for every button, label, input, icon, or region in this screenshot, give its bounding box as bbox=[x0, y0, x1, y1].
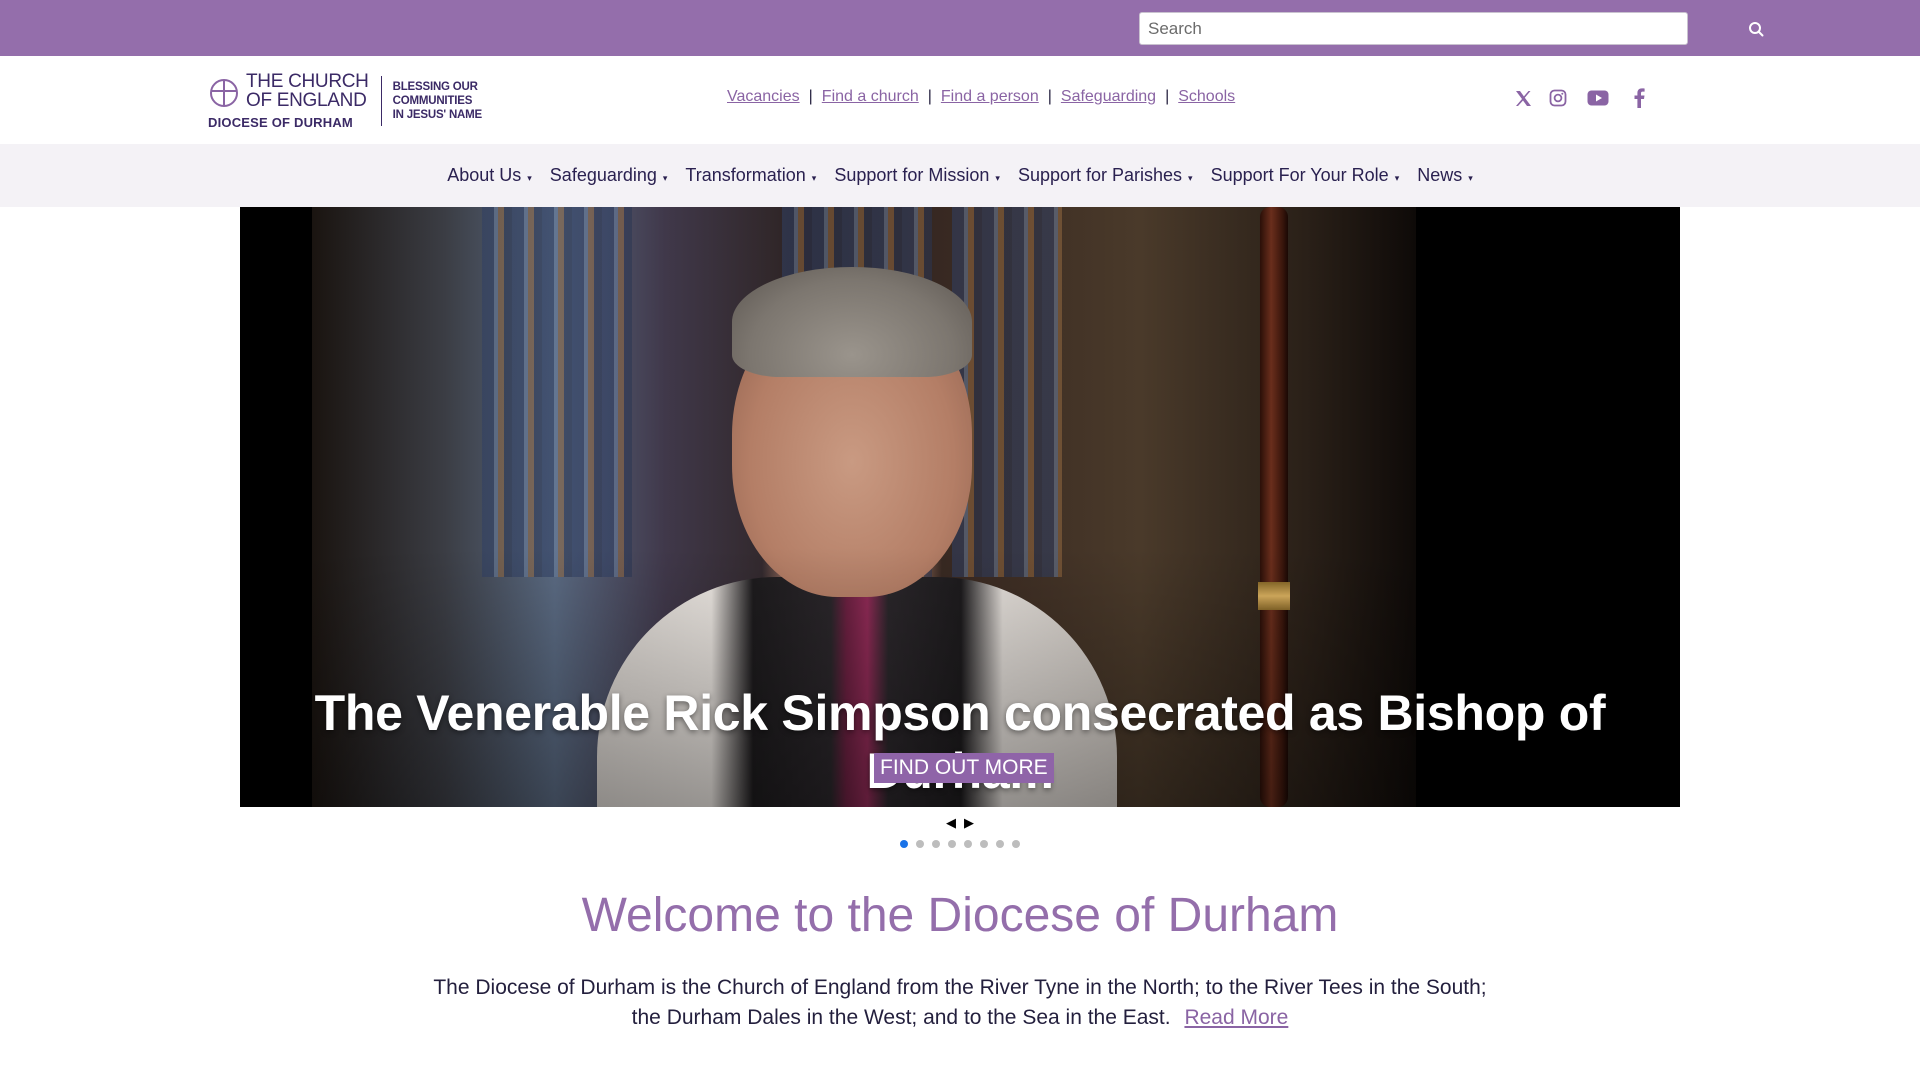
nav-item-support-for-your-role[interactable]: Support For Your Role ▾ bbox=[1211, 165, 1400, 186]
carousel-dot[interactable] bbox=[980, 840, 988, 848]
caret-down-icon: ▾ bbox=[1188, 173, 1193, 183]
caret-down-icon: ▾ bbox=[527, 173, 532, 183]
nav-item-label: Support For Your Role bbox=[1210, 165, 1389, 185]
find-church-link[interactable]: Find a church bbox=[822, 88, 919, 106]
link-separator: | bbox=[1165, 88, 1170, 105]
caret-down-icon: ▾ bbox=[662, 173, 668, 183]
stained-glass-window bbox=[952, 207, 1062, 577]
logo-tagline: BLESSING OUR COMMUNITIES IN JESUS' NAME bbox=[392, 80, 483, 122]
caret-down-icon: ▾ bbox=[811, 173, 817, 183]
caret-down-icon: ▾ bbox=[1468, 173, 1473, 183]
logo-diocese: DIOCESE OF DURHAM bbox=[208, 115, 353, 130]
main-nav: About Us ▾ Safeguarding ▾ Transformation… bbox=[0, 144, 1920, 207]
cross-emblem-icon bbox=[210, 79, 238, 107]
carousel-dot[interactable] bbox=[964, 840, 972, 848]
hero-slide: The Venerable Rick Simpson consecrated a… bbox=[240, 207, 1680, 807]
nav-item-transformation[interactable]: Transformation ▾ bbox=[685, 165, 816, 186]
youtube-link[interactable] bbox=[1586, 86, 1610, 110]
link-separator: | bbox=[927, 88, 932, 105]
carousel-dot[interactable] bbox=[948, 840, 956, 848]
nav-item-safeguarding[interactable]: Safeguarding ▾ bbox=[550, 165, 668, 186]
nav-item-support-for-mission[interactable]: Support for Mission ▾ bbox=[834, 165, 1000, 186]
x-icon bbox=[1515, 90, 1531, 106]
welcome-text: The Diocese of Durham is the Church of E… bbox=[420, 973, 1500, 1033]
carousel-dot[interactable] bbox=[1012, 840, 1020, 848]
nav-item-about-us[interactable]: About Us ▾ bbox=[447, 165, 532, 186]
logo-name-line2: OF ENGLAND bbox=[246, 90, 367, 111]
nav-item-label: Support for Parishes bbox=[1017, 165, 1183, 185]
next-slide-button[interactable]: ▶ bbox=[964, 815, 974, 830]
caret-down-icon: ▾ bbox=[1394, 173, 1400, 183]
instagram-icon bbox=[1549, 89, 1567, 107]
logo-tagline-line3: IN JESUS' NAME bbox=[392, 108, 483, 121]
carousel-dot[interactable] bbox=[916, 840, 924, 848]
nav-item-label: News bbox=[1417, 165, 1463, 185]
site-header: THE CHURCH OF ENGLAND DIOCESE OF DURHAM … bbox=[0, 56, 1920, 144]
carousel-dot[interactable] bbox=[996, 840, 1004, 848]
caret-down-icon: ▾ bbox=[995, 173, 1000, 183]
nav-item-label: About Us bbox=[447, 165, 522, 185]
carousel-arrows: ◀ ▶ bbox=[0, 815, 1920, 831]
link-separator: | bbox=[1047, 88, 1052, 105]
logo-divider bbox=[380, 75, 382, 126]
search-button[interactable] bbox=[1744, 17, 1768, 41]
schools-link[interactable]: Schools bbox=[1178, 88, 1235, 106]
nav-item-label: Transformation bbox=[685, 165, 806, 185]
instagram-link[interactable] bbox=[1546, 86, 1570, 110]
prev-slide-button[interactable]: ◀ bbox=[946, 815, 956, 830]
welcome-title: Welcome to the Diocese of Durham bbox=[581, 889, 1339, 942]
x-link[interactable] bbox=[1511, 86, 1535, 110]
search-input[interactable] bbox=[1139, 12, 1688, 45]
logo-tagline-line1: BLESSING OUR bbox=[392, 80, 478, 93]
logo-name-line1: THE CHURCH bbox=[246, 71, 369, 92]
nav-item-label: Safeguarding bbox=[549, 165, 657, 185]
utility-links: Vacancies | Find a church | Find a perso… bbox=[727, 88, 1235, 106]
nav-item-news[interactable]: News ▾ bbox=[1417, 165, 1473, 186]
find-out-more-button[interactable]: FIND OUT MORE bbox=[874, 753, 1054, 783]
logo-tagline-line2: COMMUNITIES bbox=[392, 94, 473, 107]
find-person-link[interactable]: Find a person bbox=[941, 88, 1039, 106]
carousel-dot[interactable] bbox=[900, 840, 908, 848]
stained-glass-window bbox=[482, 207, 632, 577]
carousel-dot[interactable] bbox=[932, 840, 940, 848]
nav-item-label: Support for Mission bbox=[834, 165, 990, 185]
logo-wordmark: THE CHURCH OF ENGLAND DIOCESE OF DURHAM bbox=[208, 71, 369, 129]
search-icon bbox=[1749, 22, 1764, 37]
link-separator: | bbox=[808, 88, 813, 105]
carousel-dots bbox=[900, 840, 1028, 848]
church-of-england-logo[interactable]: THE CHURCH OF ENGLAND DIOCESE OF DURHAM … bbox=[208, 71, 483, 129]
facebook-icon bbox=[1634, 88, 1645, 108]
youtube-icon bbox=[1587, 90, 1609, 106]
read-more-link[interactable]: Read More bbox=[1184, 1006, 1288, 1029]
safeguarding-link[interactable]: Safeguarding bbox=[1061, 88, 1156, 106]
welcome-paragraph: The Diocese of Durham is the Church of E… bbox=[433, 976, 1487, 1029]
facebook-link[interactable] bbox=[1627, 86, 1651, 110]
nav-item-support-for-parishes[interactable]: Support for Parishes ▾ bbox=[1018, 165, 1193, 186]
bishop-hair bbox=[732, 267, 972, 377]
vacancies-link[interactable]: Vacancies bbox=[727, 88, 800, 106]
top-search-bar bbox=[0, 0, 1920, 56]
